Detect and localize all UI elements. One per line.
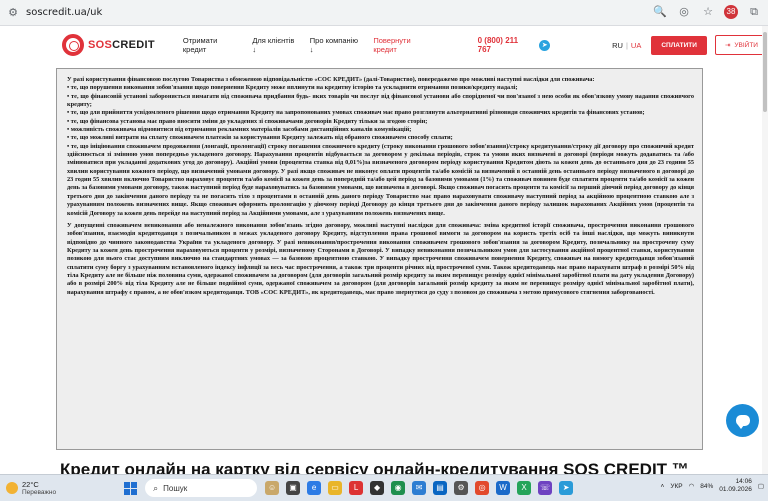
edge-icon[interactable]: e (307, 481, 322, 495)
bullet-5: • можливість споживача відмовитися від о… (67, 126, 412, 134)
word-icon[interactable]: W (496, 481, 511, 495)
bullet-2: • те, що фінансовій установі забороняєть… (67, 92, 694, 109)
login-icon: ⇥ (724, 42, 731, 49)
phone-number[interactable]: 0 (800) 211 767 (478, 36, 534, 54)
bullet-7: • те, що ініціювання споживачем продовже… (67, 142, 694, 217)
nav-get-credit[interactable]: Отримати кредит (183, 36, 242, 54)
tray-lang[interactable]: УКР (670, 483, 682, 490)
telegram-taskbar-icon[interactable]: ➤ (559, 481, 574, 495)
browser-actions: 🔍 ◎ ☆ 38 ⧉ (652, 4, 762, 20)
lastpass-icon[interactable]: L (349, 481, 364, 495)
windows-start-icon[interactable] (124, 481, 138, 495)
mail-icon[interactable]: ✉ (412, 481, 427, 495)
weather-widget[interactable]: 22°C Переважно (6, 479, 57, 496)
site-info-icon[interactable]: ⚙ (6, 6, 20, 20)
system-tray: ˄ УКР ◠ 84% 14:06 01.09.2026 ▢ (661, 478, 764, 494)
disclosure-closing: У допущенні споживачем невиконання або н… (67, 221, 694, 296)
nav-for-clients[interactable]: Для клієнтів ↓ (252, 36, 299, 54)
login-button[interactable]: ⇥ УВІЙТИ (714, 35, 768, 55)
pay-button[interactable]: СПЛАТИТИ (651, 35, 707, 55)
main-nav: Отримати кредит Для клієнтів ↓ Про компа… (183, 36, 436, 54)
telegram-icon[interactable]: ➤ (539, 39, 551, 51)
puzzle-icon[interactable]: ⧉ (746, 4, 762, 20)
nav-repay-credit[interactable]: Повернути кредит (373, 36, 435, 54)
bullet-1: • те, що порушення виконання зобов'язанн… (67, 84, 518, 92)
taskbar: 22°C Переважно ⌕ Пошук ☺ ▣ e ▭ L ◆ ◉ ✉ ▤… (0, 474, 768, 501)
lang-ua[interactable]: UA (631, 41, 641, 50)
battery-level[interactable]: 84% (700, 483, 713, 490)
weather-desc: Переважно (22, 488, 57, 496)
chrome-icon[interactable]: ◎ (475, 481, 490, 495)
chevron-up-icon[interactable]: ˄ (661, 483, 665, 490)
logo-text: SOSCREDIT (88, 39, 155, 51)
browser-toolbar: ⚙ soscredit.ua/uk 🔍 ◎ ☆ 38 ⧉ (0, 0, 768, 26)
extension-badge-icon[interactable]: 38 (724, 5, 738, 19)
address-bar[interactable]: soscredit.ua/uk (26, 7, 102, 18)
nav-about[interactable]: Про компанію ↓ (310, 36, 364, 54)
chat-button[interactable] (726, 404, 759, 437)
file-explorer-icon[interactable]: ▭ (328, 481, 343, 495)
bullet-3: • те, що для прийняття усвідомленого ріш… (67, 109, 645, 117)
viber-icon[interactable]: ☏ (538, 481, 553, 495)
store-icon[interactable]: ▤ (433, 481, 448, 495)
weather-temp: 22°C (22, 479, 39, 489)
widgets-icon[interactable]: ☺ (265, 481, 280, 495)
task-view-icon[interactable]: ▣ (286, 481, 301, 495)
logo[interactable]: SOSCREDIT (62, 34, 155, 56)
app-green-icon[interactable]: ◉ (391, 481, 406, 495)
sun-icon (6, 482, 18, 494)
search-icon[interactable]: 🔍 (652, 4, 668, 20)
settings-icon[interactable]: ⚙ (454, 481, 469, 495)
site-header: SOSCREDIT Отримати кредит Для клієнтів ↓… (0, 26, 768, 64)
chat-icon (735, 415, 750, 429)
disclosure-box: У разі користування фінансовою послугою … (56, 68, 703, 450)
clock[interactable]: 14:06 01.09.2026 (719, 478, 752, 494)
scrollbar-thumb[interactable] (763, 32, 767, 112)
star-icon[interactable]: ☆ (700, 4, 716, 20)
excel-icon[interactable]: X (517, 481, 532, 495)
lang-ru[interactable]: RU (612, 41, 623, 50)
wifi-icon[interactable]: ◠ (689, 482, 695, 490)
taskbar-apps: ☺ ▣ e ▭ L ◆ ◉ ✉ ▤ ⚙ ◎ W X ☏ ➤ (265, 481, 574, 495)
disclosure-intro: У разі користування фінансовою послугою … (67, 76, 595, 83)
bullet-4: • те, що фінансова установа має право вн… (67, 117, 428, 125)
lifebuoy-icon (62, 34, 84, 56)
notifications-icon[interactable]: ▢ (758, 482, 764, 490)
language-switch: RU | UA (612, 40, 642, 50)
taskbar-search[interactable]: ⌕ Пошук (145, 479, 258, 497)
page-scrollbar[interactable] (762, 26, 768, 474)
search-icon: ⌕ (153, 482, 159, 493)
eye-off-icon[interactable]: ◎ (676, 4, 692, 20)
app-icon[interactable]: ◆ (370, 481, 385, 495)
bullet-6: • те, що можливі витрати на сплату спожи… (67, 134, 453, 142)
